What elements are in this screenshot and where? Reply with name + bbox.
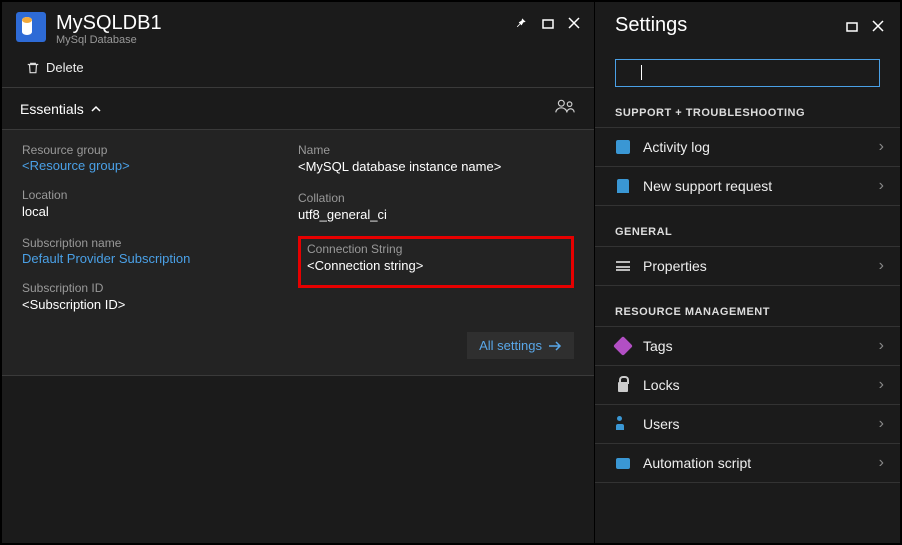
main-panel: MySQLDB1 MySql Database Delete Essential… <box>2 2 595 543</box>
tag-icon <box>613 336 633 356</box>
page-subtitle: MySql Database <box>56 34 514 46</box>
resource-group-link[interactable]: <Resource group> <box>22 158 298 173</box>
chevron-up-icon <box>90 103 102 115</box>
menu-locks[interactable]: Locks › <box>595 365 900 404</box>
section-general-title: GENERAL <box>595 224 900 246</box>
menu-users[interactable]: Users › <box>595 404 900 443</box>
section-resource-title: RESOURCE MANAGEMENT <box>595 304 900 326</box>
menu-properties[interactable]: Properties › <box>595 246 900 286</box>
settings-search-input[interactable] <box>615 59 880 87</box>
main-header: MySQLDB1 MySql Database <box>2 2 594 54</box>
properties-icon <box>616 261 630 271</box>
menu-locks-label: Locks <box>643 377 867 393</box>
menu-activity-log[interactable]: Activity log › <box>595 127 900 166</box>
close-icon[interactable] <box>872 20 884 35</box>
delete-label: Delete <box>46 60 84 75</box>
toolbar: Delete <box>2 54 594 88</box>
location-value: local <box>22 203 298 221</box>
connection-string-label: Connection String <box>307 241 565 257</box>
delete-button[interactable]: Delete <box>26 60 84 75</box>
pin-icon[interactable] <box>514 16 528 33</box>
chevron-right-icon: › <box>879 177 884 195</box>
main-empty-area <box>2 376 594 543</box>
all-settings-label: All settings <box>479 338 542 353</box>
essentials-col-right: Name <MySQL database instance name> Coll… <box>298 142 574 322</box>
maximize-icon[interactable] <box>542 17 554 32</box>
menu-automation-label: Automation script <box>643 455 867 471</box>
essentials-body: Resource group <Resource group> Location… <box>2 130 594 376</box>
menu-users-label: Users <box>643 416 867 432</box>
users-icon <box>616 418 630 430</box>
essentials-toggle[interactable]: Essentials <box>2 88 594 130</box>
maximize-icon[interactable] <box>846 20 858 35</box>
settings-header: Settings <box>595 2 900 45</box>
chevron-right-icon: › <box>879 376 884 394</box>
menu-tags-label: Tags <box>643 338 867 354</box>
title-block: MySQLDB1 MySql Database <box>56 12 514 46</box>
search-wrap <box>595 45 900 105</box>
chevron-right-icon: › <box>879 257 884 275</box>
collation-label: Collation <box>298 190 574 206</box>
all-settings-button[interactable]: All settings <box>467 332 574 359</box>
collation-value: utf8_general_ci <box>298 206 574 224</box>
chevron-right-icon: › <box>879 454 884 472</box>
subscription-id-value: <Subscription ID> <box>22 296 298 314</box>
subscription-name-link[interactable]: Default Provider Subscription <box>22 251 298 266</box>
trash-icon <box>26 61 40 75</box>
menu-automation-script[interactable]: Automation script › <box>595 443 900 483</box>
menu-new-support-request[interactable]: New support request › <box>595 166 900 206</box>
location-label: Location <box>22 187 298 203</box>
connection-string-highlight: Connection String <Connection string> <box>298 236 574 288</box>
database-icon <box>16 12 46 42</box>
window-controls <box>514 12 580 33</box>
lock-icon <box>618 382 628 392</box>
resource-group-label: Resource group <box>22 142 298 158</box>
name-label: Name <box>298 142 574 158</box>
subscription-id-label: Subscription ID <box>22 280 298 296</box>
text-cursor <box>641 65 642 80</box>
name-value: <MySQL database instance name> <box>298 158 574 176</box>
support-icon <box>617 179 629 193</box>
subscription-name-label: Subscription name <box>22 235 298 251</box>
arrow-right-icon <box>548 340 562 352</box>
settings-title: Settings <box>615 14 846 37</box>
essentials-col-left: Resource group <Resource group> Location… <box>22 142 298 322</box>
menu-support-label: New support request <box>643 178 867 194</box>
menu-properties-label: Properties <box>643 258 867 274</box>
chevron-right-icon: › <box>879 337 884 355</box>
section-support-title: SUPPORT + TROUBLESHOOTING <box>595 105 900 127</box>
chevron-right-icon: › <box>879 138 884 156</box>
chevron-right-icon: › <box>879 415 884 433</box>
automation-icon <box>616 458 630 469</box>
settings-panel: Settings SUPPORT + TROUBLESHOOTING Activ… <box>595 2 900 543</box>
people-icon[interactable] <box>554 98 576 119</box>
menu-activity-log-label: Activity log <box>643 139 867 155</box>
connection-string-value[interactable]: <Connection string> <box>307 257 565 275</box>
menu-tags[interactable]: Tags › <box>595 326 900 365</box>
page-title: MySQLDB1 <box>56 12 514 34</box>
essentials-label: Essentials <box>20 101 84 117</box>
activity-log-icon <box>616 140 630 154</box>
close-icon[interactable] <box>568 17 580 32</box>
